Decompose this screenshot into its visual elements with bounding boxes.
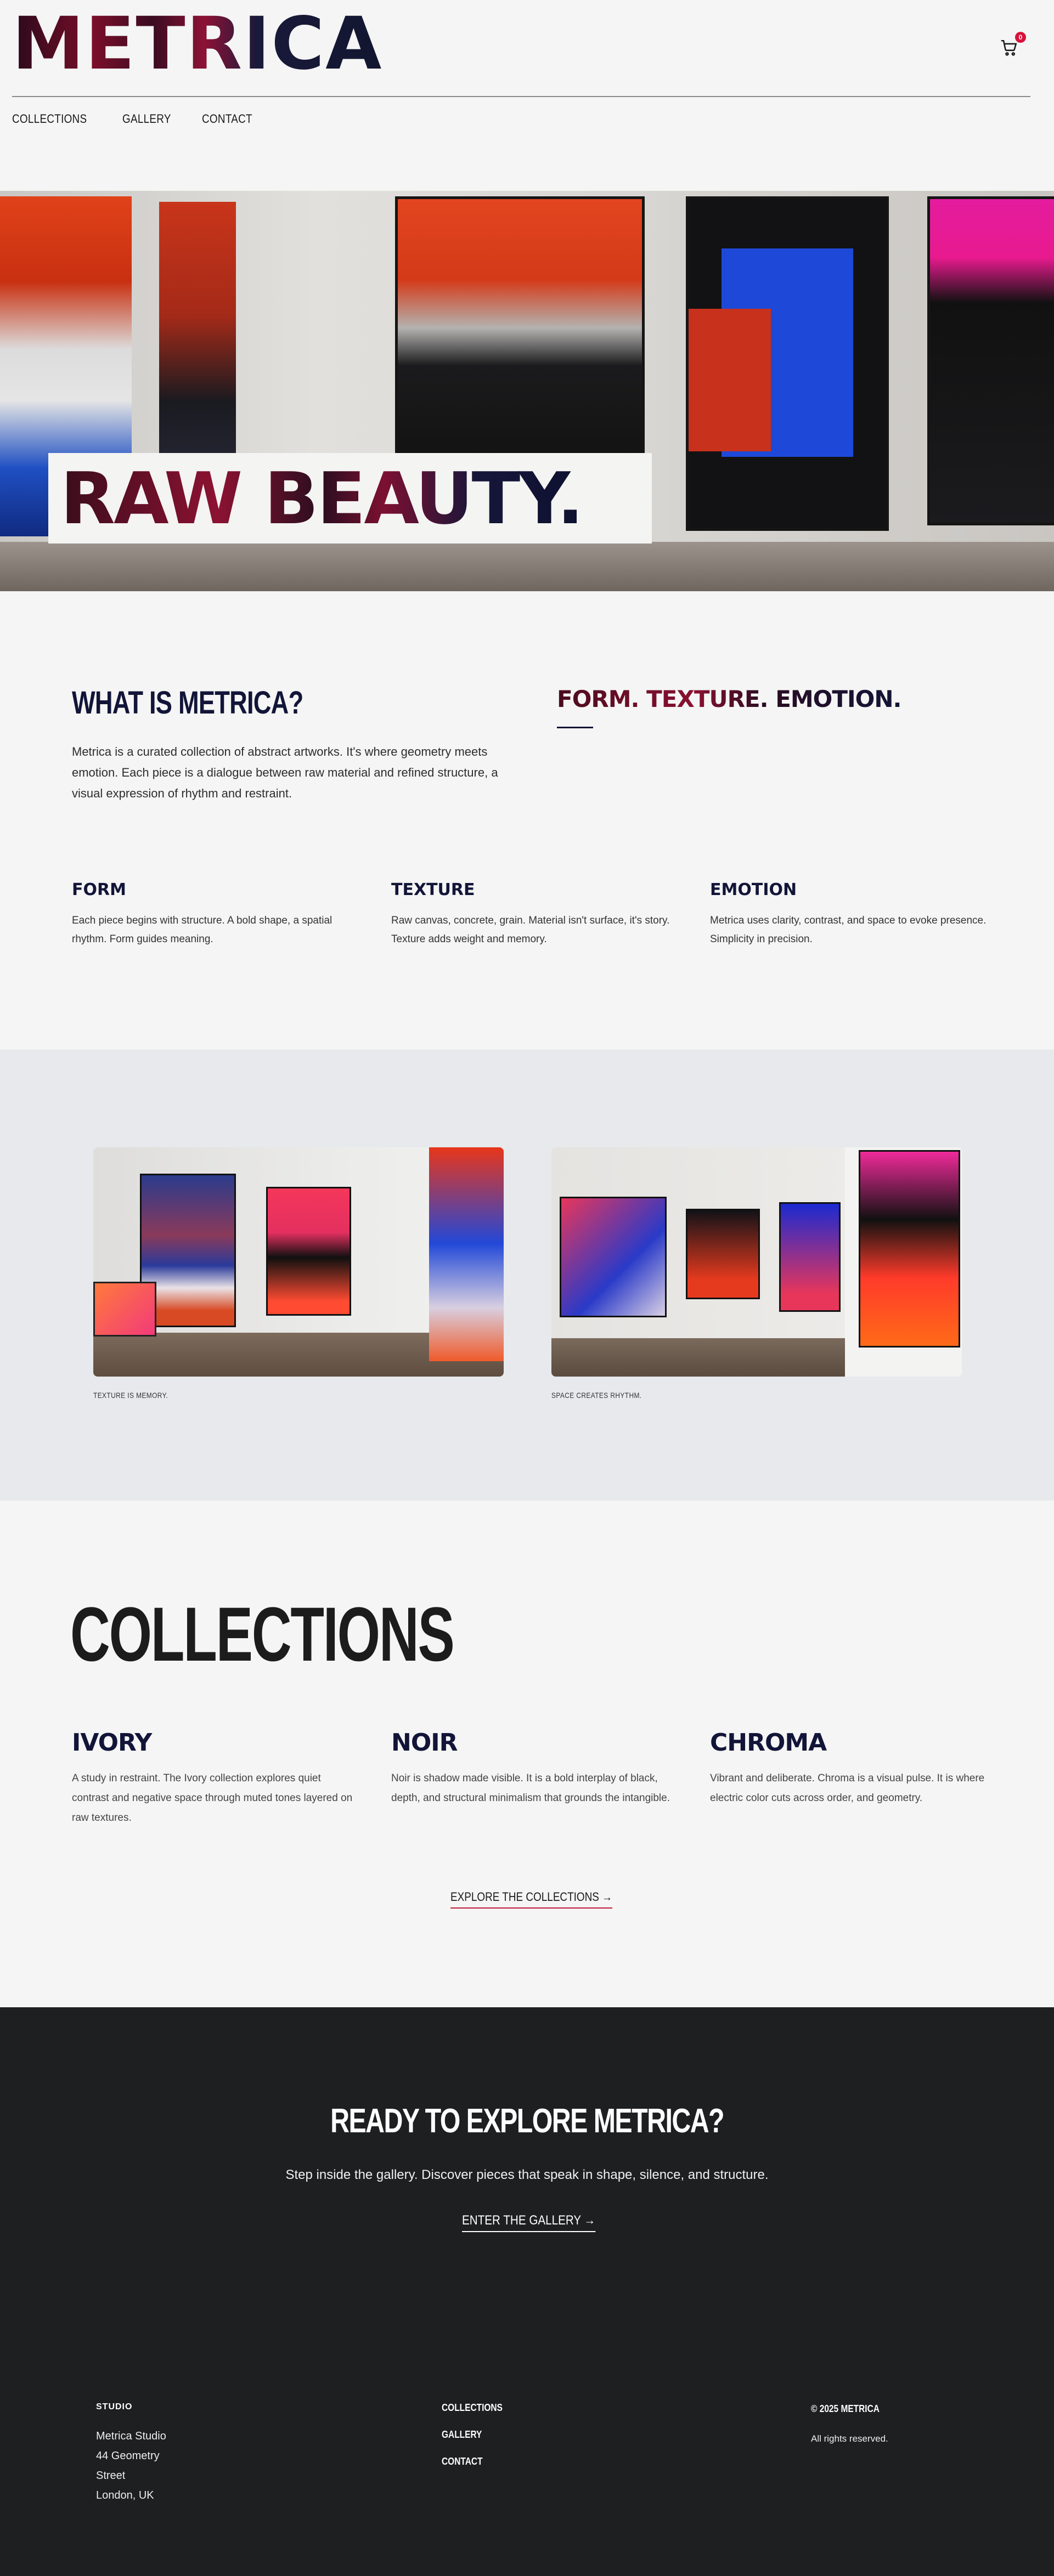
- pillar-form: FORM Each piece begins with structure. A…: [72, 880, 357, 949]
- footer-copyright: © 2025 METRICA: [811, 2403, 880, 2414]
- photo-artwork: [779, 1202, 841, 1312]
- gallery-photo-2[interactable]: [551, 1147, 962, 1377]
- gallery-caption-2: SPACE CREATES RHYTHM.: [551, 1391, 642, 1400]
- photo-artwork: [560, 1197, 667, 1317]
- hero-banner: RAW BEAUTY.: [0, 191, 1054, 591]
- address-line: Metrica Studio: [96, 2430, 166, 2442]
- site-header: METRICA 0 COLLECTIONS GALLERY CONTACT: [0, 0, 1054, 191]
- hero-floor: [0, 542, 1054, 591]
- nav-collections[interactable]: COLLECTIONS: [12, 112, 87, 126]
- collection-title: CHROMA: [710, 1729, 827, 1757]
- collection-text: A study in restraint. The Ivory collecti…: [72, 1773, 353, 1824]
- collection-chroma[interactable]: CHROMA Vibrant and deliberate. Chroma is…: [710, 1729, 995, 1808]
- collection-ivory[interactable]: IVORY A study in restraint. The Ivory co…: [72, 1729, 357, 1828]
- gallery-caption-1: TEXTURE IS MEMORY.: [93, 1391, 168, 1400]
- main-nav: COLLECTIONS GALLERY CONTACT: [12, 112, 261, 126]
- footer-rights: All rights reserved.: [811, 2433, 888, 2444]
- pillar-text: Each piece begins with structure. A bold…: [72, 915, 332, 945]
- footer-nav-gallery[interactable]: GALLERY: [442, 2429, 503, 2441]
- photo-artwork: [429, 1147, 504, 1361]
- gallery-photo-1[interactable]: [93, 1147, 504, 1377]
- cta-title: READY TO EXPLORE METRICA?: [0, 2102, 1054, 2141]
- pillar-title: TEXTURE: [391, 880, 475, 899]
- nav-contact[interactable]: CONTACT: [202, 112, 252, 126]
- hero-artwork-4: [686, 196, 889, 531]
- pillar-title: FORM: [72, 880, 126, 899]
- page: METRICA 0 COLLECTIONS GALLERY CONTACT RA…: [0, 0, 1054, 2576]
- collection-title: IVORY: [72, 1729, 152, 1757]
- address-line: London, UK: [96, 2489, 154, 2501]
- hero-artwork-5: [927, 196, 1054, 525]
- footer-nav-collections[interactable]: COLLECTIONS: [442, 2402, 503, 2414]
- hero-artwork-2: [159, 202, 236, 487]
- cart-icon[interactable]: [1000, 38, 1018, 57]
- nav-gallery[interactable]: GALLERY: [122, 112, 171, 126]
- pillar-emotion: EMOTION Metrica uses clarity, contrast, …: [710, 880, 995, 949]
- about-text: Metrica is a curated collection of abstr…: [72, 745, 498, 800]
- enter-gallery-link[interactable]: ENTER THE GALLERY →: [462, 2213, 596, 2232]
- photo-artwork: [859, 1150, 960, 1348]
- footer-nav: COLLECTIONS GALLERY CONTACT: [442, 2402, 512, 2467]
- address-line: 44 Geometry: [96, 2450, 160, 2462]
- header-divider: [12, 96, 1030, 97]
- pillar-texture: TEXTURE Raw canvas, concrete, grain. Mat…: [391, 880, 677, 949]
- about-title: WHAT IS METRICA?: [72, 685, 303, 721]
- hero-artwork-3: [395, 196, 645, 471]
- footer-studio-heading: STUDIO: [96, 2402, 133, 2411]
- cta-title-text: READY TO EXPLORE METRICA?: [330, 2102, 725, 2140]
- hero-artwork-4-red: [689, 309, 771, 451]
- logo[interactable]: METRICA: [12, 8, 382, 80]
- collections-title: COLLECTIONS: [70, 1591, 455, 1677]
- hero-headline: RAW BEAUTY.: [60, 457, 584, 540]
- tagline-underline: [557, 727, 593, 728]
- cta-text: Step inside the gallery. Discover pieces…: [285, 2167, 769, 2182]
- explore-collections-link[interactable]: EXPLORE THE COLLECTIONS →: [450, 1890, 613, 1909]
- pillar-text: Raw canvas, concrete, grain. Material is…: [391, 915, 670, 945]
- collection-noir[interactable]: NOIR Noir is shadow made visible. It is …: [391, 1729, 677, 1808]
- collection-text: Noir is shadow made visible. It is a bol…: [391, 1773, 670, 1804]
- collection-title: NOIR: [391, 1729, 458, 1757]
- footer-nav-contact[interactable]: CONTACT: [442, 2456, 503, 2467]
- about-tagline: FORM. TEXTURE. EMOTION.: [557, 686, 901, 712]
- address-line: Street: [96, 2470, 126, 2482]
- photo-artwork: [266, 1187, 351, 1316]
- photo-floor: [551, 1338, 845, 1377]
- cart-count-badge: 0: [1015, 32, 1026, 43]
- footer-address: Metrica Studio 44 Geometry Street London…: [96, 2426, 206, 2505]
- pillar-title: EMOTION: [710, 880, 797, 899]
- photo-artwork: [93, 1282, 156, 1337]
- collection-text: Vibrant and deliberate. Chroma is a visu…: [710, 1773, 985, 1804]
- pillar-text: Metrica uses clarity, contrast, and spac…: [710, 915, 987, 945]
- photo-artwork: [686, 1209, 760, 1299]
